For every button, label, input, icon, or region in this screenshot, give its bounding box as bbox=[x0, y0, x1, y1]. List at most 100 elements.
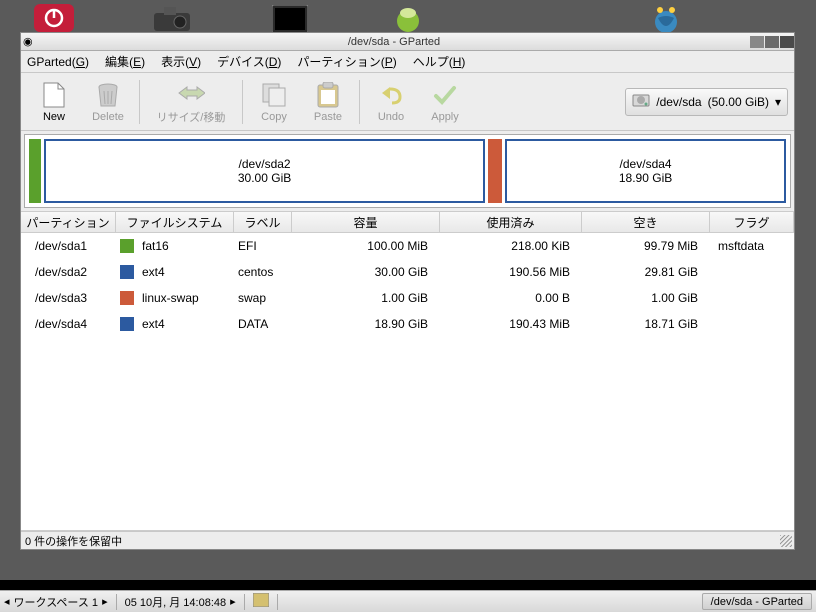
device-selector[interactable]: /dev/sda (50.00 GiB) ▾ bbox=[625, 88, 788, 116]
slice-name: /dev/sda2 bbox=[239, 157, 291, 171]
cell-label: swap bbox=[234, 291, 292, 305]
paste-icon bbox=[314, 81, 342, 109]
cell-free: 29.81 GiB bbox=[582, 265, 710, 279]
separator bbox=[139, 80, 140, 124]
cell-filesystem: ext4 bbox=[116, 265, 234, 279]
cell-used: 190.56 MiB bbox=[440, 265, 582, 279]
disk-graphic[interactable]: /dev/sda2 30.00 GiB /dev/sda4 18.90 GiB bbox=[24, 134, 791, 208]
fs-color-icon bbox=[120, 265, 134, 279]
terminal-icon[interactable] bbox=[266, 4, 314, 34]
slice-sda1[interactable] bbox=[29, 139, 41, 203]
fs-color-icon bbox=[120, 317, 134, 331]
menu-partition[interactable]: パーティション(P) bbox=[297, 53, 396, 70]
device-name: /dev/sda bbox=[656, 95, 701, 109]
slice-name: /dev/sda4 bbox=[620, 157, 672, 171]
menu-view[interactable]: 表示(V) bbox=[161, 53, 201, 70]
taskbar-app[interactable]: /dev/sda - GParted bbox=[702, 593, 812, 610]
delete-icon bbox=[94, 81, 122, 109]
cell-free: 18.71 GiB bbox=[582, 317, 710, 331]
cell-partition: /dev/sda3 bbox=[21, 291, 116, 305]
tray-icon[interactable] bbox=[253, 593, 269, 610]
partition-table: /dev/sda1fat16EFI100.00 MiB218.00 KiB99.… bbox=[21, 233, 794, 531]
col-free[interactable]: 空き bbox=[582, 212, 710, 232]
cell-free: 99.79 MiB bbox=[582, 239, 710, 253]
slice-sda4[interactable]: /dev/sda4 18.90 GiB bbox=[505, 139, 786, 203]
resize-icon bbox=[177, 79, 205, 107]
table-row[interactable]: /dev/sda4ext4DATA18.90 GiB190.43 MiB18.7… bbox=[21, 311, 794, 337]
separator bbox=[359, 80, 360, 124]
cell-label: DATA bbox=[234, 317, 292, 331]
cell-used: 0.00 B bbox=[440, 291, 582, 305]
statusbar: 0 件の操作を保留中 bbox=[21, 531, 794, 549]
chevron-down-icon: ▾ bbox=[775, 95, 781, 109]
cell-size: 100.00 MiB bbox=[292, 239, 440, 253]
maximize-button[interactable] bbox=[765, 36, 779, 48]
fs-color-icon bbox=[120, 291, 134, 305]
menu-help[interactable]: ヘルプ(H) bbox=[413, 53, 466, 70]
table-row[interactable]: /dev/sda1fat16EFI100.00 MiB218.00 KiB99.… bbox=[21, 233, 794, 259]
col-flags[interactable]: フラグ bbox=[710, 212, 794, 232]
cell-partition: /dev/sda1 bbox=[21, 239, 116, 253]
col-label[interactable]: ラベル bbox=[234, 212, 292, 232]
paste-button: Paste bbox=[301, 76, 355, 128]
menu-gparted[interactable]: GParted(G) bbox=[27, 55, 89, 69]
resize-grip[interactable] bbox=[780, 535, 792, 547]
slice-sda2[interactable]: /dev/sda2 30.00 GiB bbox=[44, 139, 485, 203]
desktop-icons bbox=[30, 4, 690, 34]
undo-icon bbox=[377, 81, 405, 109]
cell-partition: /dev/sda2 bbox=[21, 265, 116, 279]
gparted-window: ◉ /dev/sda - GParted GParted(G) 編集(E) 表示… bbox=[20, 32, 795, 550]
cell-flags: msftdata bbox=[710, 239, 794, 253]
arrow-left-icon[interactable]: ◂ bbox=[4, 595, 10, 608]
table-row[interactable]: /dev/sda2ext4centos30.00 GiB190.56 MiB29… bbox=[21, 259, 794, 285]
camera-icon[interactable] bbox=[148, 4, 196, 34]
cell-used: 218.00 KiB bbox=[440, 239, 582, 253]
toolbar: New Delete リサイズ/移動 Copy Paste Undo Apply… bbox=[21, 73, 794, 131]
arrow-right-icon[interactable]: ▸ bbox=[230, 595, 236, 608]
resize-button: リサイズ/移動 bbox=[144, 76, 238, 128]
cell-filesystem: linux-swap bbox=[116, 291, 234, 305]
menubar: GParted(G) 編集(E) 表示(V) デバイス(D) パーティション(P… bbox=[21, 51, 794, 73]
undo-button: Undo bbox=[364, 76, 418, 128]
cell-filesystem: fat16 bbox=[116, 239, 234, 253]
poweroff-icon[interactable] bbox=[30, 4, 78, 34]
menu-edit[interactable]: 編集(E) bbox=[105, 53, 145, 70]
window-title: /dev/sda - GParted bbox=[39, 36, 749, 48]
cell-size: 30.00 GiB bbox=[292, 265, 440, 279]
apply-icon bbox=[431, 81, 459, 109]
fs-color-icon bbox=[120, 239, 134, 253]
table-row[interactable]: /dev/sda3linux-swapswap1.00 GiB0.00 B1.0… bbox=[21, 285, 794, 311]
cell-label: EFI bbox=[234, 239, 292, 253]
arrow-right-icon[interactable]: ▸ bbox=[102, 595, 108, 608]
device-size: (50.00 GiB) bbox=[708, 95, 769, 109]
close-button[interactable] bbox=[780, 36, 794, 48]
globe-icon[interactable] bbox=[642, 4, 690, 34]
taskbar: ◂ ワークスペース 1 ▸ 05 10月, 月 14:08:48 ▸ /dev/… bbox=[0, 590, 816, 612]
col-size[interactable]: 容量 bbox=[292, 212, 440, 232]
cell-partition: /dev/sda4 bbox=[21, 317, 116, 331]
col-partition[interactable]: パーティション bbox=[21, 212, 116, 232]
cell-size: 1.00 GiB bbox=[292, 291, 440, 305]
slice-size: 18.90 GiB bbox=[619, 171, 672, 185]
workspace-label[interactable]: ワークスペース 1 bbox=[14, 594, 99, 610]
app-icon[interactable] bbox=[384, 4, 432, 34]
status-text: 0 件の操作を保留中 bbox=[25, 533, 122, 549]
col-filesystem[interactable]: ファイルシステム bbox=[116, 212, 234, 232]
copy-icon bbox=[260, 81, 288, 109]
menu-device[interactable]: デバイス(D) bbox=[217, 53, 281, 70]
clock[interactable]: 05 10月, 月 14:08:48 bbox=[125, 594, 227, 610]
table-header: パーティション ファイルシステム ラベル 容量 使用済み 空き フラグ bbox=[21, 211, 794, 233]
new-icon bbox=[40, 81, 68, 109]
delete-button: Delete bbox=[81, 76, 135, 128]
apply-button: Apply bbox=[418, 76, 472, 128]
cell-size: 18.90 GiB bbox=[292, 317, 440, 331]
cell-filesystem: ext4 bbox=[116, 317, 234, 331]
cell-label: centos bbox=[234, 265, 292, 279]
minimize-button[interactable] bbox=[750, 36, 764, 48]
titlebar[interactable]: ◉ /dev/sda - GParted bbox=[21, 33, 794, 51]
new-button[interactable]: New bbox=[27, 76, 81, 128]
cell-free: 1.00 GiB bbox=[582, 291, 710, 305]
copy-button: Copy bbox=[247, 76, 301, 128]
slice-sda3[interactable] bbox=[488, 139, 502, 203]
col-used[interactable]: 使用済み bbox=[440, 212, 582, 232]
